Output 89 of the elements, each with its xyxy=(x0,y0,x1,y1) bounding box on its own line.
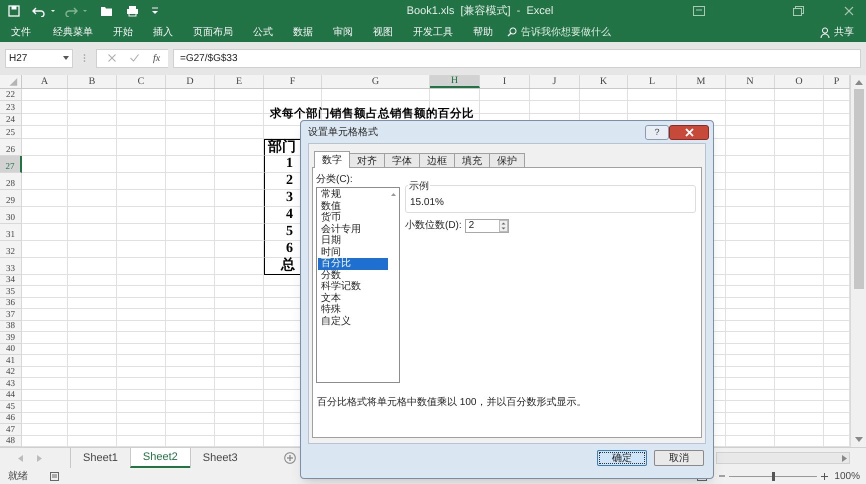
row-header[interactable]: 38 xyxy=(0,320,22,332)
row-header[interactable]: 40 xyxy=(0,344,22,355)
menu-item[interactable]: 页面布局 xyxy=(193,24,233,40)
row-header[interactable]: 28 xyxy=(0,172,22,190)
row-header[interactable]: 47 xyxy=(0,424,22,436)
sample-value: 15.01% xyxy=(410,196,444,210)
row-header[interactable]: 43 xyxy=(0,378,22,390)
menu-item[interactable]: 开发工具 xyxy=(413,24,453,40)
insert-function-button[interactable]: fx xyxy=(153,50,160,66)
sheet-tab[interactable]: Sheet2 xyxy=(130,448,190,468)
column-header[interactable]: F xyxy=(264,75,322,88)
row-header[interactable]: 41 xyxy=(0,355,22,366)
row-header[interactable]: 25 xyxy=(0,126,22,139)
row-header[interactable]: 27 xyxy=(0,156,22,173)
dialog-tab[interactable]: 数字 xyxy=(314,151,350,168)
menu-item[interactable]: 帮助 xyxy=(473,24,493,40)
row-header[interactable]: 45 xyxy=(0,401,22,412)
column-header[interactable]: N xyxy=(726,75,775,88)
menu-item[interactable]: 插入 xyxy=(153,24,173,40)
dialog-tab[interactable]: 边框 xyxy=(419,153,455,168)
row-header[interactable]: 30 xyxy=(0,206,22,224)
help-button[interactable]: ? xyxy=(645,124,669,140)
column-header[interactable]: L xyxy=(628,75,677,88)
window-title: Book1.xls [兼容模式] - Excel xyxy=(406,4,554,19)
name-box[interactable]: H27 xyxy=(5,48,73,68)
dialog-title: 设置单元格格式 xyxy=(308,126,378,140)
column-header[interactable]: C xyxy=(117,75,166,88)
column-header[interactable]: E xyxy=(215,75,264,88)
row-header[interactable]: 44 xyxy=(0,390,22,401)
row-header[interactable]: 42 xyxy=(0,366,22,378)
row-header[interactable]: 31 xyxy=(0,224,22,241)
column-header[interactable]: O xyxy=(775,75,824,88)
table-cell: 1 xyxy=(286,156,293,172)
category-list[interactable]: 常规 数值 货币 会计专用 日期 时间 百分比 分数 科学记数 文本 特殊 自定义 xyxy=(316,187,400,383)
menu-item[interactable]: 数据 xyxy=(293,24,313,40)
list-item[interactable]: 科学记数 xyxy=(318,281,388,292)
row-header[interactable]: 46 xyxy=(0,412,22,424)
tell-me-field[interactable]: 告诉我你想要做什么 xyxy=(521,24,641,40)
dialog-tab[interactable]: 保护 xyxy=(489,153,525,168)
column-header[interactable]: B xyxy=(68,75,117,88)
row-header[interactable]: 24 xyxy=(0,114,22,126)
dialog-tab[interactable]: 字体 xyxy=(384,153,420,168)
menu-item[interactable]: 开始 xyxy=(113,24,133,40)
share-button[interactable]: 共享 xyxy=(834,24,854,40)
table-cell: 总 xyxy=(281,258,295,274)
row-header[interactable]: 26 xyxy=(0,138,22,156)
column-header[interactable]: H xyxy=(430,75,480,88)
column-header[interactable]: A xyxy=(22,75,68,88)
field-label: 小数位数(D): xyxy=(405,218,462,233)
column-header[interactable]: D xyxy=(166,75,215,88)
decimal-places-spinner[interactable]: 2 xyxy=(464,218,509,232)
row-header[interactable]: 37 xyxy=(0,309,22,320)
row-header[interactable]: 34 xyxy=(0,274,22,286)
table-cell: 2 xyxy=(286,172,293,189)
row-header[interactable]: 29 xyxy=(0,190,22,207)
column-header[interactable]: I xyxy=(480,75,530,88)
table-cell: 6 xyxy=(286,240,293,257)
menu-item[interactable]: 文件 xyxy=(11,24,31,40)
formula-field[interactable]: =G27/$G$33 xyxy=(173,48,861,68)
dialog-button[interactable]: 确定 xyxy=(597,450,647,466)
row-header[interactable]: 35 xyxy=(0,286,22,298)
row-header[interactable]: 22 xyxy=(0,89,22,102)
menu-item[interactable]: 经典菜单 xyxy=(53,24,93,40)
table-cell: 5 xyxy=(286,224,293,240)
list-item[interactable]: 特殊 xyxy=(318,304,388,316)
row-header[interactable]: 33 xyxy=(0,258,22,274)
list-item[interactable]: 自定义 xyxy=(318,316,388,327)
dialog-button[interactable]: 取消 xyxy=(654,450,704,466)
column-header[interactable]: M xyxy=(677,75,726,88)
dialog-tab[interactable]: 填充 xyxy=(454,153,490,168)
column-header[interactable]: J xyxy=(530,75,580,88)
list-item[interactable]: 文本 xyxy=(318,292,388,304)
description-text: 百分比格式将单元格中数值乘以 100，并以百分数形式显示。 xyxy=(316,396,588,410)
row-header[interactable]: 36 xyxy=(0,298,22,309)
column-header[interactable]: K xyxy=(580,75,628,88)
table-cell: 3 xyxy=(286,190,293,206)
list-item[interactable]: 百分比 xyxy=(318,258,388,270)
zoom-level[interactable]: 100% xyxy=(834,468,860,484)
row-header[interactable]: 32 xyxy=(0,240,22,258)
status-text: 就绪 xyxy=(8,470,28,484)
table-cell: 部门 xyxy=(268,140,296,156)
row-header[interactable]: 48 xyxy=(0,436,22,447)
table-cell: 4 xyxy=(286,206,293,223)
row-header[interactable]: 23 xyxy=(0,101,22,114)
menu-item[interactable]: 审阅 xyxy=(333,24,353,40)
row-header[interactable]: 39 xyxy=(0,332,22,344)
sheet-title: 求每个部门销售额占总销售额的百分比 xyxy=(270,108,474,121)
menu-item[interactable]: 公式 xyxy=(253,24,273,40)
menu-item[interactable]: 视图 xyxy=(373,24,393,40)
